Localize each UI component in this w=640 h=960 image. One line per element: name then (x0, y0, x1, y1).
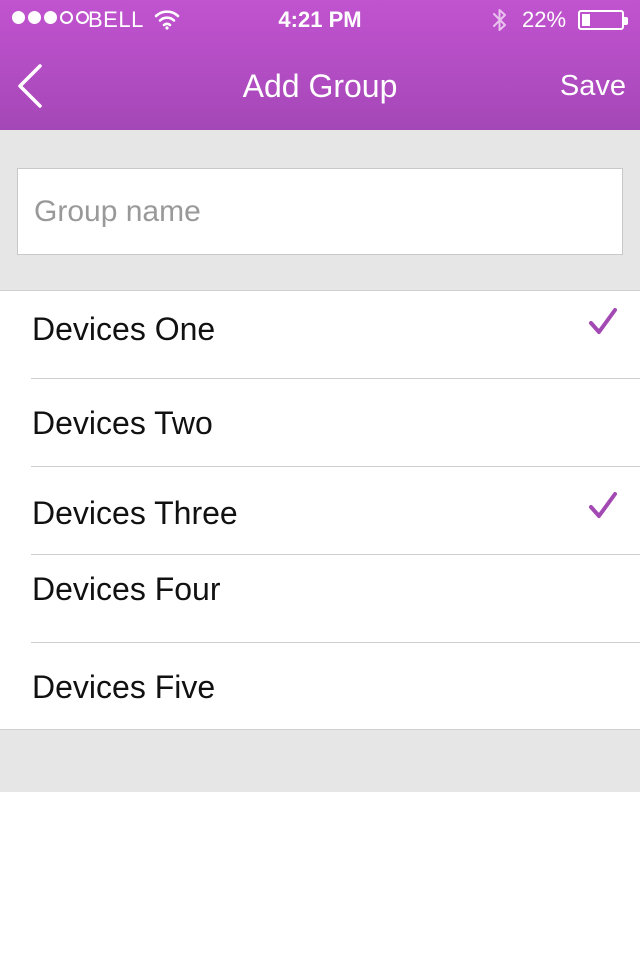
device-list-item[interactable]: Devices Four (0, 555, 640, 643)
device-list-item[interactable]: Devices One (0, 291, 640, 379)
device-list-item[interactable]: Devices Five (0, 643, 640, 731)
battery-icon (578, 10, 628, 30)
battery-nub (624, 17, 628, 25)
device-list: Devices One Devices Two Devices Three Devic… (0, 290, 640, 730)
device-label: Devices One (32, 311, 216, 347)
page-title: Add Group (242, 68, 398, 104)
device-list-item[interactable]: Devices Two (0, 379, 640, 467)
battery-percent: 22% (522, 7, 567, 32)
list-footer (0, 730, 640, 792)
form-section (0, 130, 640, 290)
device-label: Devices Five (32, 669, 216, 705)
checkmark-icon (589, 492, 617, 518)
status-bar: BELL 4:21 PM 22% (0, 0, 640, 40)
device-label: Devices Four (32, 571, 221, 607)
app-header: BELL 4:21 PM 22% Add Group Save (0, 0, 640, 130)
bluetooth-icon (491, 6, 509, 40)
save-button[interactable]: Save (560, 70, 626, 103)
device-list-item[interactable]: Devices Three (0, 467, 640, 555)
checkmark-icon (589, 308, 617, 334)
device-label: Devices Two (32, 405, 213, 441)
battery-fill (582, 14, 590, 26)
group-name-input[interactable] (17, 168, 623, 255)
device-label: Devices Three (32, 495, 238, 531)
